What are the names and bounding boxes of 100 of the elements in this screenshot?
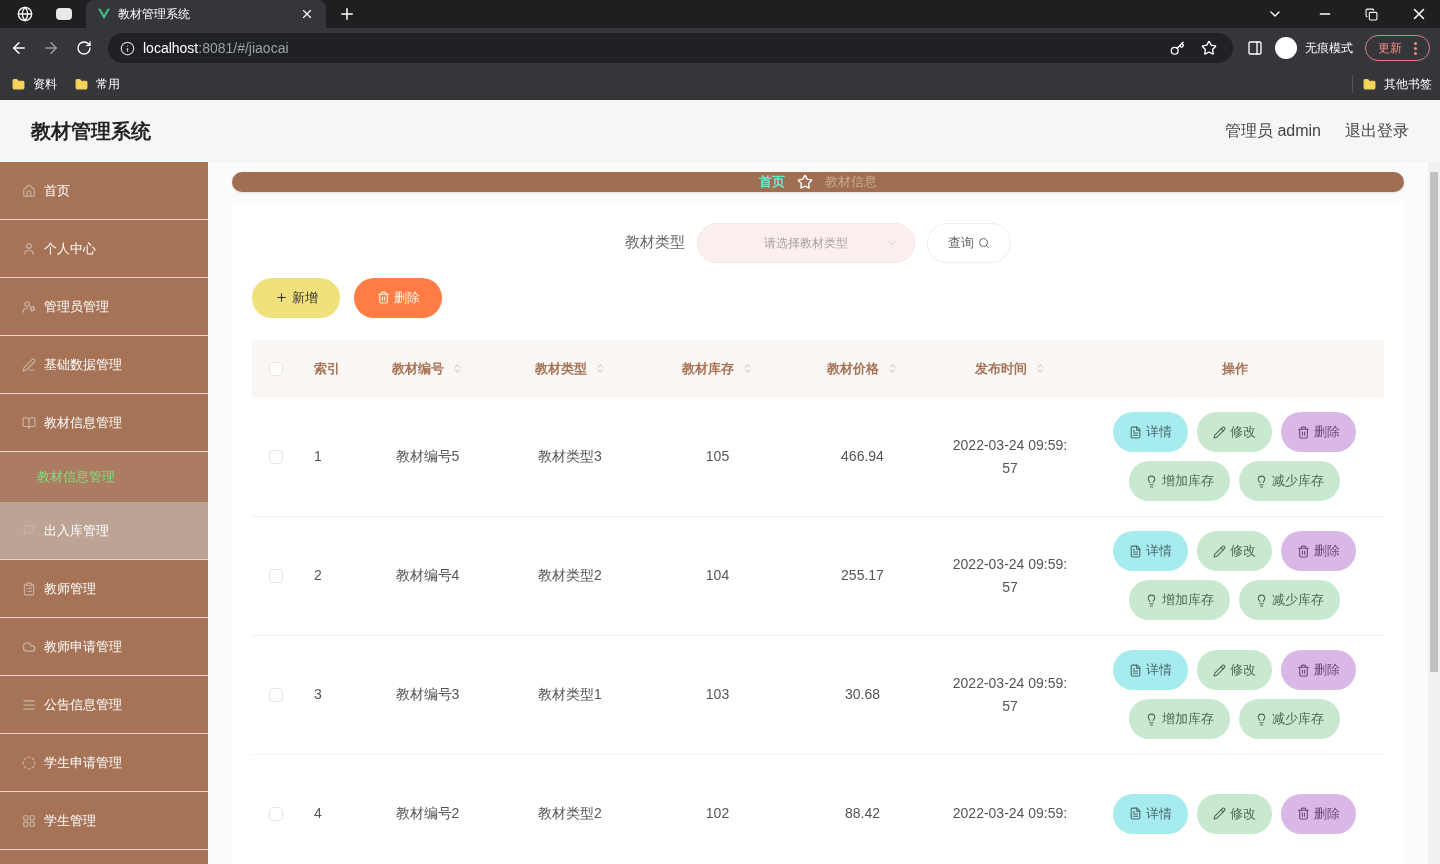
table-cell-text: 教材类型2 [538,566,602,585]
pencil-icon [1213,663,1226,677]
menu-icon [22,697,36,712]
edit-button[interactable]: 修改 [1197,650,1272,690]
scrollbar-thumb[interactable] [1430,172,1438,672]
pencil-icon [1213,425,1226,439]
add-stock-button[interactable]: 增加库存 [1129,699,1230,739]
batch-delete-button[interactable]: 删除 [354,277,442,318]
table-cell-text: 3 [314,685,322,704]
reduce-stock-button[interactable]: 减少库存 [1239,461,1340,501]
forward-icon[interactable] [42,39,60,57]
back-icon[interactable] [10,39,28,57]
table-cell-text: 105 [705,447,730,466]
table-cell-text: 教材类型1 [538,685,602,704]
search-label: 教材类型 [625,232,685,253]
folder-icon [75,77,88,91]
trash-icon [1297,544,1310,558]
add-button[interactable]: 新增 [252,277,340,318]
checkbox[interactable] [269,361,283,376]
close-tab-icon[interactable] [300,7,314,21]
table-cell-text: 教材编号4 [395,566,460,585]
reduce-stock-button[interactable]: 减少库存 [1239,699,1340,739]
breadcrumb-item[interactable]: 首页 [759,172,785,192]
restore-icon[interactable] [1365,7,1378,21]
column-header[interactable]: 教材库存 [682,358,734,379]
pencil-icon [1213,807,1226,820]
details-button[interactable]: 详情 [1113,650,1188,690]
column-header[interactable]: 教材编号 [392,358,444,379]
bookmark-star-icon[interactable] [1201,40,1217,56]
column-header: 索引 [314,359,340,378]
sidebar-item[interactable]: 出入库管理 [0,502,208,560]
menu-icon [22,755,36,770]
site-info-icon[interactable] [120,40,135,56]
table-cell-text: 2022-03-24 09:59:57 [951,673,1069,716]
column-header[interactable]: 教材价格 [827,358,879,379]
reload-icon[interactable] [76,40,92,56]
details-button[interactable]: 详情 [1113,412,1188,452]
document-icon [1129,425,1142,439]
logout-link[interactable]: 退出登录 [1345,119,1409,143]
reduce-stock-button[interactable]: 减少库存 [1239,580,1340,620]
bookmark-folder[interactable]: 资料 [12,75,57,93]
document-icon [1129,807,1142,820]
menu-icon [22,183,36,198]
trash-icon [1297,663,1310,677]
side-panel-icon[interactable] [1247,40,1263,56]
menu-icon [22,581,36,596]
lightbulb-icon [1145,593,1158,607]
trash-icon [1297,425,1310,439]
add-stock-button[interactable]: 增加库存 [1129,461,1230,501]
more-icon [1414,41,1417,55]
column-header[interactable]: 教材类型 [534,358,587,379]
new-tab-icon[interactable] [338,5,356,23]
globe-icon[interactable] [17,6,33,22]
vue-logo-icon [98,8,110,20]
edit-button[interactable]: 修改 [1197,531,1272,571]
column-header[interactable]: 发布时间 [974,358,1027,379]
details-button[interactable]: 详情 [1113,531,1188,571]
table-cell-text: 30.68 [844,685,880,704]
lightbulb-icon [1145,474,1158,488]
table-cell-text: 466.94 [841,447,884,466]
edit-button[interactable]: 修改 [1197,412,1272,452]
delete-button[interactable]: 删除 [1281,531,1356,571]
submenu-item[interactable]: 教材信息管理 [0,452,208,502]
menu-icon [22,639,36,654]
trash-icon [376,291,390,304]
add-stock-button[interactable]: 增加库存 [1129,580,1230,620]
lightbulb-icon [1255,474,1268,488]
bookmark-folder[interactable]: 常用 [75,75,120,93]
menu-icon [22,241,36,256]
trash-icon [1297,807,1310,820]
star-icon [797,173,813,190]
table-cell-text: 255.17 [841,566,884,585]
browser-tab[interactable]: 教材管理系统 [86,0,326,28]
menu-icon [22,357,36,372]
app-title: 教材管理系统 [31,119,151,144]
delete-button[interactable]: 删除 [1281,650,1356,690]
table-cell-text: 教材类型3 [538,447,602,466]
table-cell-text: 2022-03-24 09:59: [951,804,1069,823]
address-bar[interactable]: localhost:8081/#/jiaocai [108,33,1233,63]
edit-button[interactable]: 修改 [1197,793,1272,834]
bookmark-folder[interactable]: 其他书签 [1363,75,1432,93]
table-cell-text: 104 [705,566,730,585]
checkbox[interactable] [269,806,283,821]
delete-button[interactable]: 删除 [1281,412,1356,452]
delete-button[interactable]: 删除 [1281,793,1356,834]
details-button[interactable]: 详情 [1113,793,1188,834]
key-icon[interactable] [1170,40,1185,56]
plus-icon [274,291,288,304]
checkbox[interactable] [269,449,283,464]
type-select[interactable]: 请选择教材类型 [697,222,915,263]
checkbox[interactable] [269,568,283,583]
user-label: 管理员 admin [1224,121,1321,141]
incognito-badge[interactable]: 无痕模式 [1275,37,1353,59]
lightbulb-icon [1255,593,1268,607]
menu-icon [22,415,36,430]
pencil-icon [1213,544,1226,558]
menu-icon [22,299,36,314]
checkbox[interactable] [269,687,283,702]
table-cell-text: 4 [314,804,322,823]
menu-icon [22,813,36,828]
